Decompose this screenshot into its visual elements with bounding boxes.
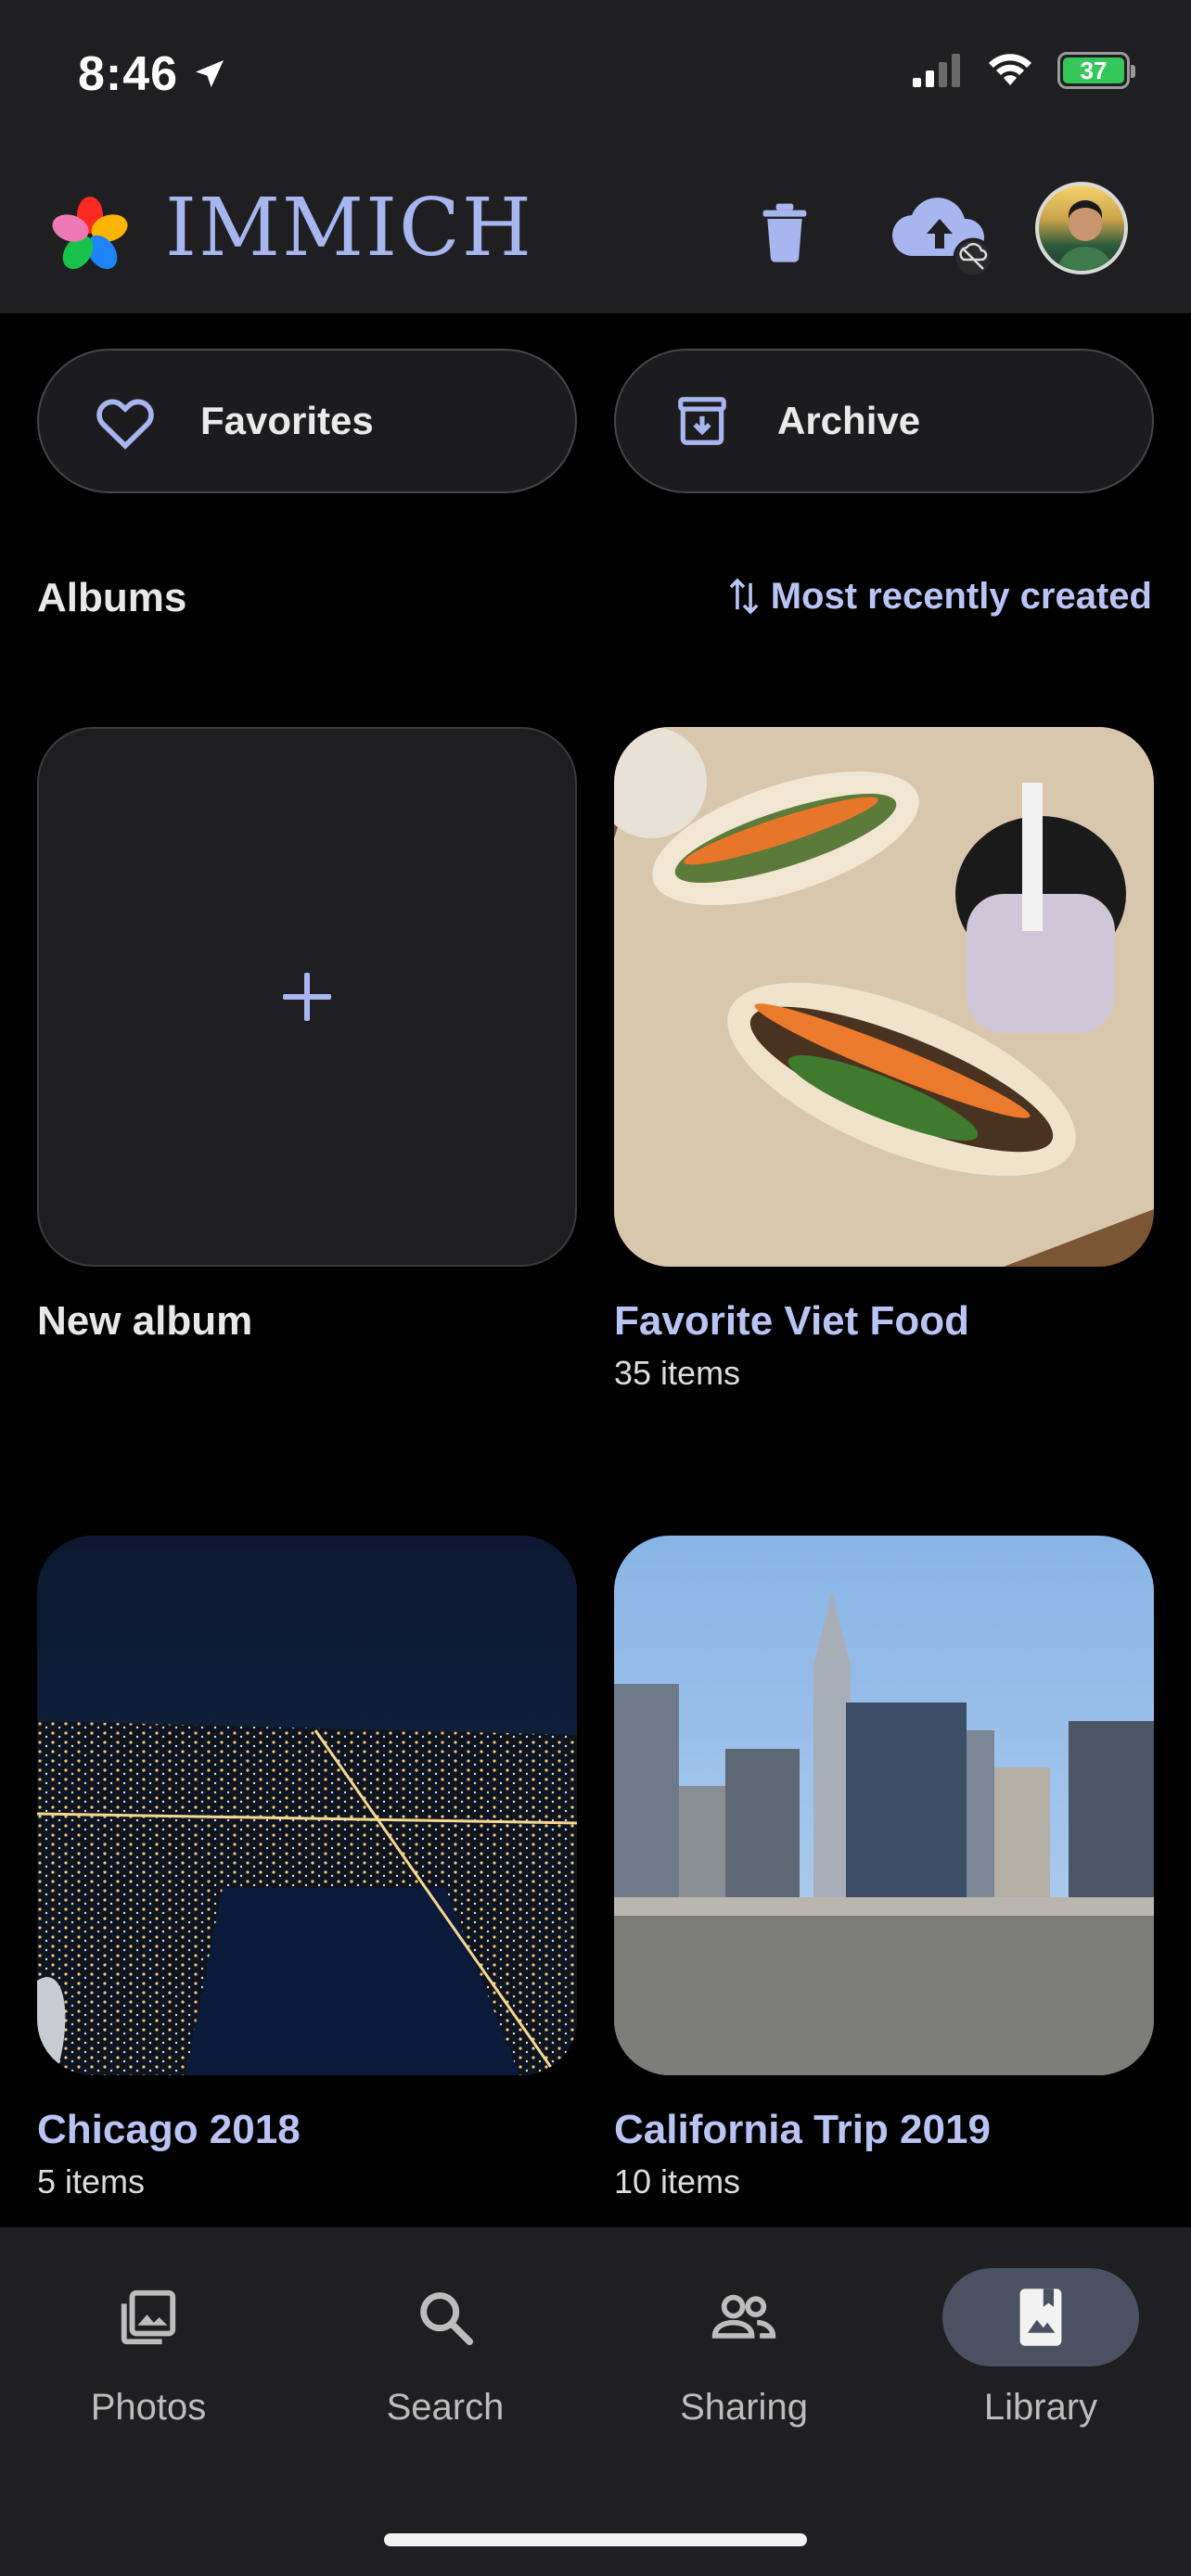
- sort-arrows-icon: [729, 578, 759, 615]
- album-item-count: 10 items: [614, 2162, 741, 2200]
- app-brand-title: IMMICH: [165, 182, 533, 274]
- album-cover-chicago-2018[interactable]: [37, 1536, 577, 2075]
- albums-section-title: Albums: [37, 575, 187, 620]
- sort-albums-button[interactable]: Most recently created: [728, 575, 1152, 618]
- nav-label: Search: [386, 2387, 505, 2428]
- album-cover-image: [614, 727, 1154, 1267]
- album-name[interactable]: California Trip 2019: [614, 2107, 991, 2153]
- nav-icon-container: [646, 2268, 842, 2366]
- nav-label: Library: [983, 2387, 1098, 2428]
- nav-item-search[interactable]: Search: [325, 2268, 566, 2429]
- nav-item-library[interactable]: Library: [920, 2268, 1161, 2429]
- favorites-button[interactable]: Favorites: [37, 349, 577, 493]
- location-arrow-icon: [196, 60, 224, 88]
- new-album-tile[interactable]: [37, 727, 577, 1267]
- favorites-label: Favorites: [200, 399, 374, 442]
- library-icon: [1019, 2289, 1062, 2346]
- status-time-text: 8:46: [78, 47, 179, 101]
- album-item-count: 35 items: [614, 1354, 741, 1392]
- nav-item-sharing[interactable]: Sharing: [623, 2268, 864, 2429]
- sort-label: Most recently created: [770, 575, 1152, 617]
- album-item-count: 5 items: [37, 2162, 146, 2200]
- nav-item-photos[interactable]: Photos: [28, 2268, 269, 2429]
- trash-button[interactable]: [748, 185, 822, 278]
- album-cover-favorite-viet-food[interactable]: [614, 727, 1154, 1267]
- archive-label: Archive: [777, 399, 921, 442]
- immich-logo-icon: [52, 197, 128, 270]
- top-app-bar: 8:46 37 IMMICH: [0, 0, 1191, 313]
- search-icon: [420, 2292, 474, 2346]
- nav-label: Sharing: [680, 2387, 808, 2428]
- trash-icon: [762, 203, 807, 262]
- album-name[interactable]: Chicago 2018: [37, 2107, 301, 2153]
- bottom-navigation: Photos Search Sharing Library: [0, 2227, 1191, 2576]
- album-cover-california-trip-2019[interactable]: [614, 1536, 1154, 2075]
- wifi-icon: [989, 54, 1031, 85]
- album-name[interactable]: Favorite Viet Food: [614, 1298, 969, 1345]
- nav-icon-container: [50, 2268, 247, 2366]
- album-cover-image: [37, 1536, 577, 2075]
- heart-icon: [91, 387, 160, 455]
- archive-icon: [668, 387, 736, 455]
- people-icon: [711, 2294, 776, 2339]
- battery-icon: 37: [1057, 52, 1135, 89]
- album-cover-image: [614, 1536, 1154, 2075]
- nav-icon-container-active: [942, 2268, 1139, 2366]
- battery-level: 37: [1063, 57, 1124, 84]
- archive-button[interactable]: Archive: [614, 349, 1154, 493]
- cloud-upload-icon: [891, 198, 990, 278]
- home-indicator: [384, 2533, 807, 2546]
- status-time: 8:46: [78, 46, 228, 102]
- plus-icon: [283, 973, 331, 1021]
- avatar-image: [1057, 200, 1114, 271]
- nav-icon-container: [347, 2268, 544, 2366]
- user-avatar[interactable]: [1035, 182, 1128, 274]
- status-indicators: 37: [911, 52, 1135, 89]
- nav-label: Photos: [90, 2387, 207, 2428]
- photos-icon: [121, 2289, 176, 2345]
- new-album-label: New album: [37, 1298, 253, 1344]
- cellular-signal-icon: [913, 54, 960, 87]
- backup-button[interactable]: [883, 185, 994, 278]
